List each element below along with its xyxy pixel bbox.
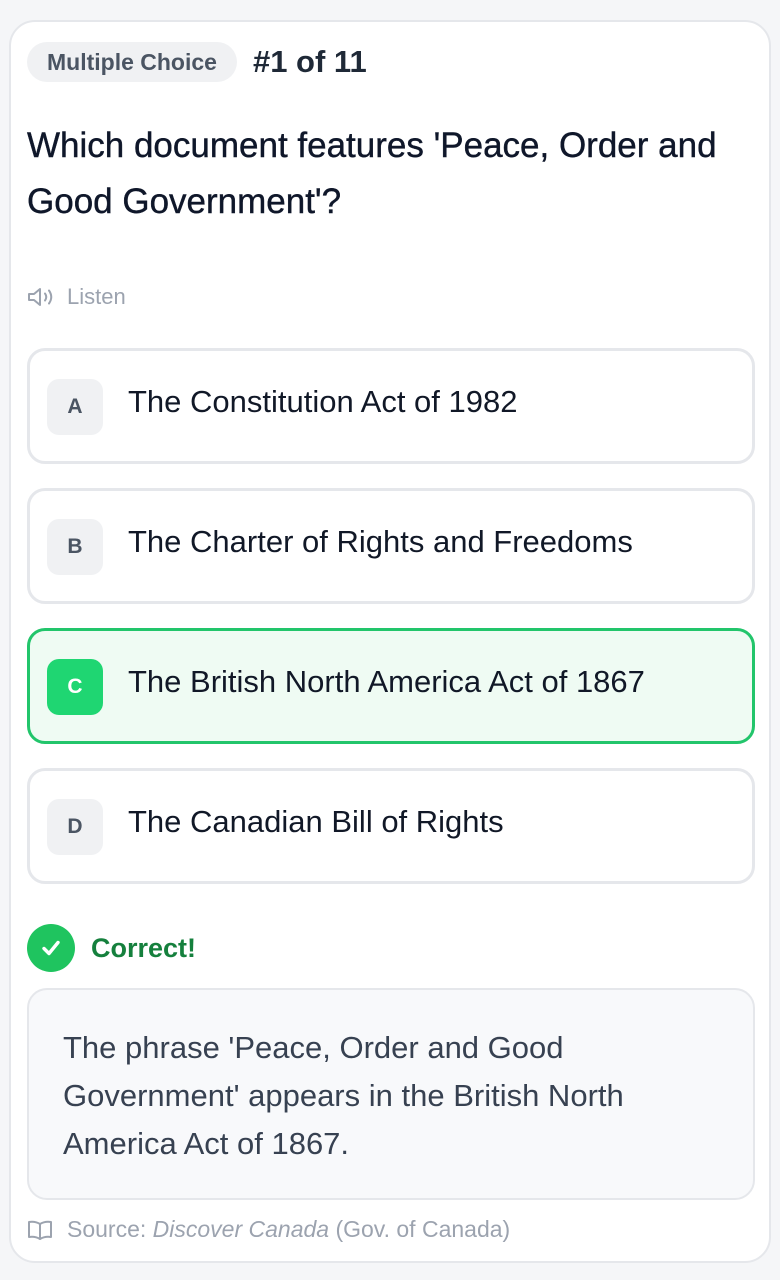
option-d[interactable]: D The Canadian Bill of Rights	[27, 768, 755, 884]
listen-label: Listen	[67, 284, 126, 309]
option-text: The Constitution Act of 1982	[128, 384, 518, 419]
result-indicator: Correct!	[27, 924, 196, 972]
option-text: The British North America Act of 1867	[128, 664, 645, 699]
option-text: The Canadian Bill of Rights	[128, 804, 504, 839]
option-text: The Charter of Rights and Freedoms	[128, 524, 633, 559]
question-text: Which document features 'Peace, Order an…	[27, 126, 717, 221]
option-b[interactable]: B The Charter of Rights and Freedoms	[27, 488, 755, 604]
source-publisher: (Gov. of Canada)	[335, 1216, 511, 1242]
question-header: Multiple Choice #1 of 11	[27, 42, 367, 82]
question-type-badge: Multiple Choice	[27, 42, 237, 82]
source-citation: Source: Discover Canada (Gov. of Canada)	[27, 1216, 510, 1243]
source-prefix: Source:	[67, 1216, 147, 1242]
option-c[interactable]: C The British North America Act of 1867	[27, 628, 755, 744]
result-label: Correct!	[91, 932, 197, 963]
option-letter: B	[47, 519, 103, 575]
option-letter: D	[47, 799, 103, 855]
listen-button[interactable]: Listen	[27, 284, 126, 310]
speaker-icon	[28, 288, 53, 306]
question-counter: #1 of 11	[252, 44, 367, 79]
option-letter: C	[47, 659, 103, 715]
book-icon	[28, 1220, 52, 1240]
option-a[interactable]: A The Constitution Act of 1982	[27, 348, 755, 464]
check-circle-icon	[27, 924, 75, 972]
question-card: Multiple Choice #1 of 11 Which document …	[9, 20, 771, 1263]
explanation-box: The phrase 'Peace, Order and Good Govern…	[27, 988, 755, 1200]
source-title: Discover Canada	[152, 1216, 330, 1242]
option-letter: A	[47, 379, 103, 435]
